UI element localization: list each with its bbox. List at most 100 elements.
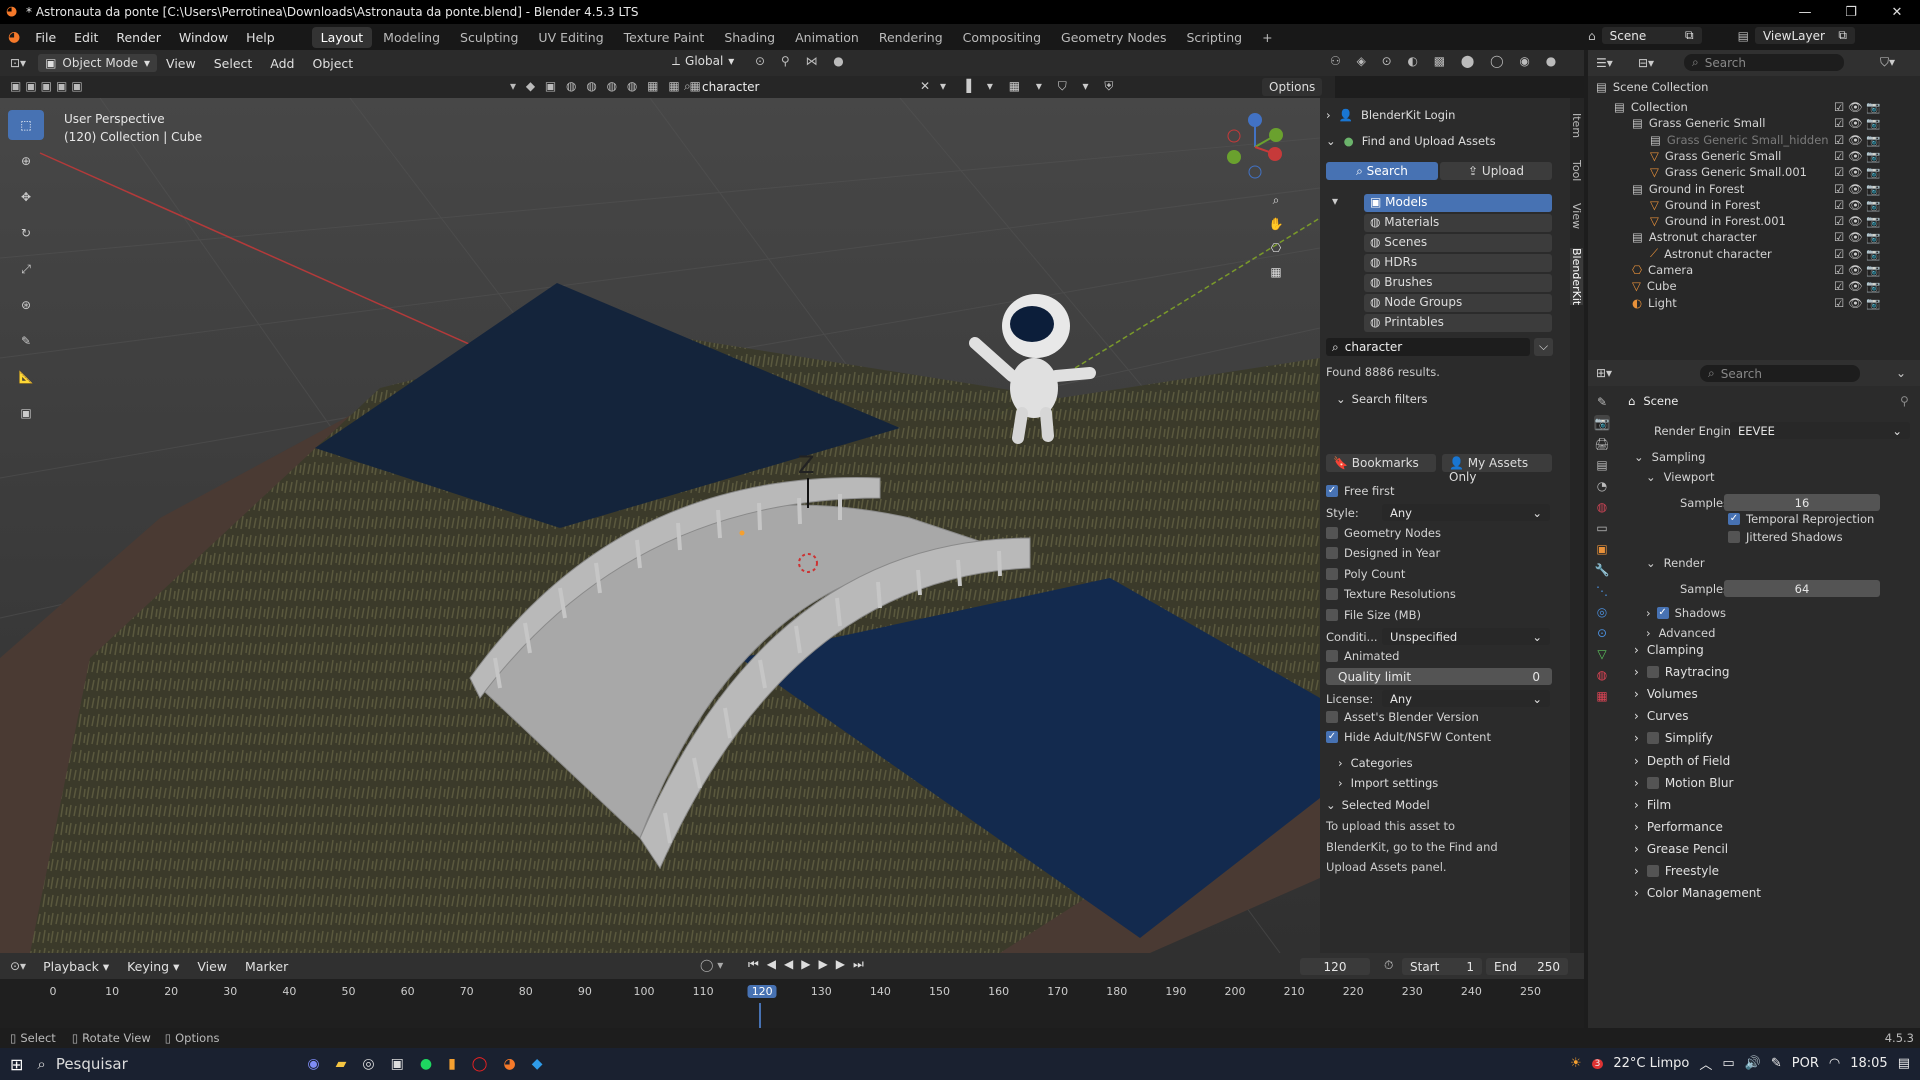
tab-geometry-nodes[interactable]: Geometry Nodes (1052, 27, 1175, 48)
tab-scripting[interactable]: Scripting (1177, 27, 1251, 48)
visibility-toggle-icon[interactable]: ☑ 👁 📷 (1834, 133, 1881, 147)
asset-type-printables[interactable]: ◍ Printables (1364, 314, 1552, 332)
editor-type-icon[interactable]: ⊡▾ (10, 56, 26, 70)
file-explorer-icon[interactable]: ▰ (336, 1056, 347, 1072)
discord-icon[interactable]: ◉ (307, 1056, 319, 1072)
asset-type-brushes[interactable]: ◍ Brushes (1364, 274, 1552, 292)
notifications-icon[interactable]: ▤ (1898, 1056, 1910, 1071)
sampling-header[interactable]: ⌄ Sampling (1634, 450, 1705, 464)
tab-rendering[interactable]: Rendering (870, 27, 952, 48)
windows-start-icon[interactable]: ⊞ (10, 1055, 23, 1074)
asset-type-materials[interactable]: ◍ Materials (1364, 214, 1552, 232)
auto-keying-icon[interactable]: ◯ ▾ (700, 958, 723, 972)
section-enable-checkbox[interactable] (1646, 732, 1659, 745)
tab-compositing[interactable]: Compositing (954, 27, 1050, 48)
stats-app-icon[interactable]: ▮ (448, 1056, 456, 1072)
ortho-grid-icon[interactable]: ▦ (1268, 264, 1284, 280)
tab-layout[interactable]: Layout (311, 26, 373, 48)
particles-tab-icon[interactable]: ⋱ (1594, 583, 1610, 599)
viewport-shading-icons[interactable]: ⚇ ◈ ⊙ ◐ ▩ ⬤ ◯ ◉ ● (1330, 54, 1562, 68)
tab-tool[interactable]: Tool (1570, 160, 1583, 181)
render-tab-icon[interactable]: 📷 (1594, 415, 1610, 431)
transform-orientation[interactable]: ⟂ Global ▾ (672, 54, 734, 69)
temporal-reprojection-checkbox[interactable]: ✓ Temporal Reprojection (1728, 512, 1874, 526)
menu-add[interactable]: Add (261, 56, 303, 71)
section-enable-checkbox[interactable] (1646, 666, 1659, 679)
texture-resolutions-checkbox[interactable]: Texture Resolutions (1326, 587, 1456, 601)
rotate-tool-icon[interactable]: ↻ (8, 218, 44, 248)
blenderkit-login-row[interactable]: › 👤 BlenderKit Login (1326, 108, 1556, 122)
select-box-tool-icon[interactable]: ⬚ (8, 110, 44, 140)
find-upload-header[interactable]: ⌄ ● Find and Upload Assets (1326, 134, 1556, 148)
terminal-icon[interactable]: ▣ (391, 1056, 404, 1072)
maximize-button[interactable]: ❐ (1828, 0, 1874, 24)
tab-blenderkit[interactable]: BlenderKit (1570, 248, 1583, 306)
render-samples-field[interactable]: 64 (1724, 580, 1880, 597)
poly-count-checkbox[interactable]: Poly Count (1326, 567, 1405, 581)
visibility-toggle-icon[interactable]: ☑ 👁 📷 (1834, 198, 1881, 212)
animated-checkbox[interactable]: Animated (1326, 649, 1399, 663)
visibility-toggle-icon[interactable]: ☑ 👁 📷 (1834, 116, 1881, 130)
visibility-toggle-icon[interactable]: ☑ 👁 📷 (1834, 279, 1881, 293)
tab-item[interactable]: Item (1570, 113, 1583, 138)
view-layer-tab-icon[interactable]: ▤ (1594, 457, 1610, 473)
collapse-icon[interactable]: ⌄ (1896, 366, 1906, 380)
close-button[interactable]: ✕ (1874, 0, 1920, 24)
style-select[interactable]: Any ⌄ (1382, 504, 1550, 521)
asset-type-models[interactable]: ▣ Models (1364, 194, 1552, 212)
pan-hand-icon[interactable]: ✋ (1268, 216, 1284, 232)
modifier-tab-icon[interactable]: 🔧 (1594, 562, 1610, 578)
jittered-shadows-checkbox[interactable]: Jittered Shadows (1728, 530, 1843, 544)
physics-tab-icon[interactable]: ◎ (1594, 604, 1610, 620)
network-icon[interactable]: ▭ (1722, 1056, 1734, 1071)
annotate-tool-icon[interactable]: ✎ (8, 326, 44, 356)
scene-collection-row[interactable]: ▤ Scene Collection (1596, 77, 1866, 97)
data-tab-icon[interactable]: ▽ (1594, 646, 1610, 662)
visibility-toggle-icon[interactable]: ☑ 👁 📷 (1834, 263, 1881, 277)
transform-tool-icon[interactable]: ⊛ (8, 290, 44, 320)
search-box[interactable]: ⌕ character (1326, 338, 1530, 356)
options-dropdown[interactable]: Options (1262, 78, 1323, 96)
render-engine-select[interactable]: EEVEE ⌄ (1730, 422, 1910, 439)
scene-selector[interactable]: Scene ⧉ (1601, 27, 1702, 44)
properties-editor-icon[interactable]: ⊞▾ (1596, 366, 1612, 380)
blender-menu-icon[interactable]: ◕ (8, 29, 20, 45)
display-mode-icon[interactable]: ⊟▾ (1638, 56, 1654, 70)
tab-view[interactable]: View (1570, 203, 1583, 229)
shadows-header[interactable]: › ✓ Shadows (1646, 606, 1726, 620)
outliner-search[interactable]: ⌕ Search (1684, 54, 1844, 71)
menu-render[interactable]: Render (107, 30, 170, 45)
visibility-toggle-icon[interactable]: ☑ 👁 📷 (1834, 214, 1881, 228)
taskbar-search[interactable]: ⌕ Pesquisar (37, 1050, 287, 1078)
opera-icon[interactable]: ◯ (472, 1056, 488, 1072)
visibility-toggle-icon[interactable]: ☑ 👁 📷 (1834, 100, 1881, 114)
menu-help[interactable]: Help (237, 30, 284, 45)
menu-playback[interactable]: Playback ▾ (34, 959, 118, 974)
world-tab-icon[interactable]: ◍ (1594, 499, 1610, 515)
bookmarks-button[interactable]: 🔖 Bookmarks (1326, 454, 1436, 472)
collection-tab-icon[interactable]: ▭ (1594, 520, 1610, 536)
select-mode-icons[interactable]: ▣▣▣▣▣ (10, 79, 87, 93)
mode-selector[interactable]: ▣ Object Mode ▾ (38, 54, 158, 72)
cursor-tool-icon[interactable]: ⊕ (8, 146, 44, 176)
free-first-check[interactable]: ✓ (1326, 485, 1338, 497)
selected-model-header[interactable]: ⌄ Selected Model (1326, 798, 1430, 812)
quality-limit-field[interactable]: Quality limit 0 (1326, 668, 1552, 685)
properties-search[interactable]: ⌕ Search (1700, 365, 1860, 382)
start-frame-field[interactable]: Start 1 (1402, 958, 1482, 975)
properties-section-header[interactable]: › Depth of Field (1634, 750, 1884, 772)
properties-section-header[interactable]: › Motion Blur (1634, 772, 1884, 794)
timeline-editor-icon[interactable]: ⊙▾ (10, 959, 26, 973)
pin-icon[interactable]: ⚲ (1900, 394, 1909, 408)
minimize-button[interactable]: — (1782, 0, 1828, 24)
outliner-editor-icon[interactable]: ☰▾ (1596, 56, 1613, 70)
visibility-toggle-icon[interactable]: ☑ 👁 📷 (1834, 165, 1881, 179)
add-cube-tool-icon[interactable]: ▣ (8, 398, 44, 428)
visibility-toggle-icon[interactable]: ☑ 👁 📷 (1834, 149, 1881, 163)
search-filter-icons[interactable]: ▾ ▐ ▾ ▦ ▾ ⛉ ▾ ⛨ (940, 79, 1119, 94)
tool-tab-icon[interactable]: ✎ (1594, 394, 1610, 410)
visibility-toggle-icon[interactable]: ☑ 👁 📷 (1834, 247, 1881, 261)
blenderkit-search-input[interactable]: character (702, 80, 912, 94)
properties-section-header[interactable]: › Clamping (1634, 639, 1884, 661)
tab-modeling[interactable]: Modeling (374, 27, 449, 48)
